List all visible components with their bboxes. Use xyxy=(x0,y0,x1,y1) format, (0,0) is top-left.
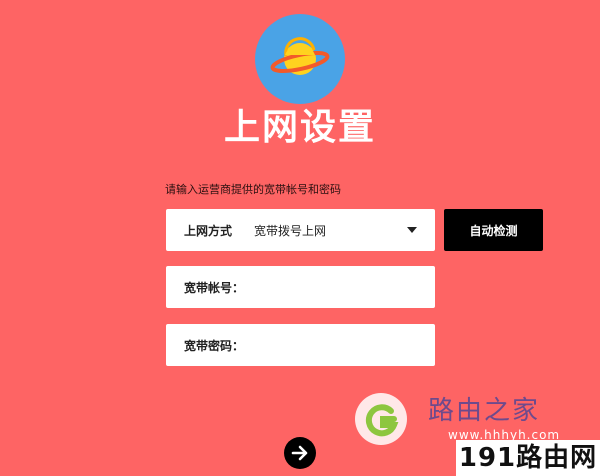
planet-logo xyxy=(255,14,345,104)
account-input[interactable] xyxy=(244,266,435,308)
watermark-title: 路由之家 xyxy=(428,396,541,426)
chevron-down-icon[interactable] xyxy=(407,227,417,233)
leaf-logo-icon xyxy=(365,404,399,437)
auto-detect-button[interactable]: 自动检测 xyxy=(444,209,543,251)
watermark-logo xyxy=(355,393,407,445)
password-input[interactable] xyxy=(244,324,435,366)
account-field: 宽带帐号： xyxy=(166,266,435,308)
arrow-right-icon xyxy=(291,445,308,461)
watermark-badge: 191路由网 xyxy=(456,440,600,476)
next-button[interactable] xyxy=(284,437,316,469)
account-label: 宽带帐号： xyxy=(184,280,245,295)
password-field: 宽带密码： xyxy=(166,324,435,366)
page-title: 上网设置 xyxy=(223,107,376,148)
connection-type-value: 宽带拨号上网 xyxy=(254,223,327,238)
planet-icon xyxy=(270,37,330,75)
connection-type-select[interactable]: 上网方式 宽带拨号上网 xyxy=(166,209,435,251)
instruction-text: 请输入运营商提供的宽带帐号和密码 xyxy=(165,183,341,196)
connection-type-label: 上网方式 xyxy=(184,223,233,238)
password-label: 宽带密码： xyxy=(184,338,245,353)
